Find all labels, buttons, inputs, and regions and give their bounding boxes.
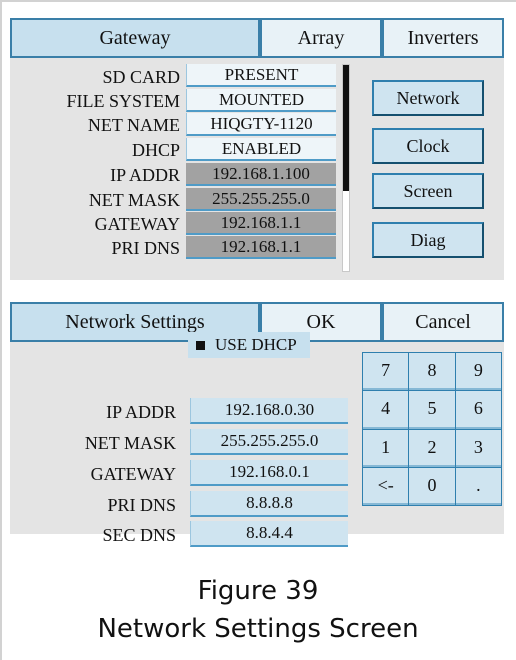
- dhcp-label: DHCP: [131, 140, 180, 160]
- clock-button[interactable]: Clock: [372, 128, 484, 164]
- network-settings-panel: Network Settings OK Cancel USE DHCP IP A…: [10, 302, 504, 547]
- sd-card-value: PRESENT: [186, 64, 336, 87]
- sec-dns-field-label: SEC DNS: [102, 525, 176, 545]
- gateway-panel: Gateway Array Inverters SD CARD FILE SYS…: [10, 18, 504, 280]
- key-9[interactable]: 9: [455, 353, 501, 391]
- status-scrollbar[interactable]: [342, 64, 350, 272]
- key-5[interactable]: 5: [409, 391, 455, 429]
- file-system-value: MOUNTED: [186, 89, 336, 112]
- checkbox-indicator: [196, 340, 205, 350]
- net-name-value: HIQGTY-1120: [186, 113, 336, 136]
- ip-addr-label: IP ADDR: [110, 165, 180, 185]
- figure-number: Figure 39: [197, 576, 319, 606]
- tab-inverters[interactable]: Inverters: [382, 18, 504, 58]
- net-mask-label: NET MASK: [88, 190, 180, 210]
- use-dhcp-label: USE DHCP: [215, 335, 297, 354]
- key-backspace[interactable]: <-: [363, 467, 409, 505]
- net-mask-value: 255.255.255.0: [186, 188, 336, 211]
- cancel-button[interactable]: Cancel: [382, 302, 504, 342]
- pri-dns-label: PRI DNS: [111, 238, 180, 258]
- diag-button[interactable]: Diag: [372, 222, 484, 258]
- gateway-label: GATEWAY: [94, 214, 180, 234]
- use-dhcp-checkbox[interactable]: USE DHCP: [188, 332, 310, 358]
- sec-dns-field[interactable]: 8.8.4.4: [190, 521, 348, 547]
- net-mask-field[interactable]: 255.255.255.0: [190, 429, 348, 455]
- key-3[interactable]: 3: [455, 429, 501, 467]
- tab-array[interactable]: Array: [260, 18, 382, 58]
- file-system-label: FILE SYSTEM: [66, 91, 180, 111]
- ip-addr-field-label: IP ADDR: [106, 402, 176, 422]
- pri-dns-field[interactable]: 8.8.8.8: [190, 491, 348, 517]
- network-button[interactable]: Network: [372, 80, 484, 116]
- ip-addr-field[interactable]: 192.168.0.30: [190, 398, 348, 424]
- key-7[interactable]: 7: [363, 353, 409, 391]
- sd-card-label: SD CARD: [102, 67, 180, 87]
- net-name-label: NET NAME: [87, 115, 180, 135]
- key-4[interactable]: 4: [363, 391, 409, 429]
- gateway-field-label: GATEWAY: [90, 464, 176, 484]
- pri-dns-field-label: PRI DNS: [107, 495, 176, 515]
- key-0[interactable]: 0: [409, 467, 455, 505]
- key-2[interactable]: 2: [409, 429, 455, 467]
- gateway-value: 192.168.1.1: [186, 212, 336, 235]
- gateway-tabs: Gateway Array Inverters: [10, 18, 504, 60]
- scroll-thumb[interactable]: [343, 65, 349, 191]
- key-8[interactable]: 8: [409, 353, 455, 391]
- tab-gateway[interactable]: Gateway: [10, 18, 260, 58]
- numeric-keypad: 7 8 9 4 5 6 1 2 3 <- 0 .: [362, 352, 502, 506]
- gateway-field[interactable]: 192.168.0.1: [190, 460, 348, 486]
- ip-addr-value: 192.168.1.100: [186, 163, 336, 186]
- net-mask-field-label: NET MASK: [84, 433, 176, 453]
- key-6[interactable]: 6: [455, 391, 501, 429]
- screen-button[interactable]: Screen: [372, 173, 484, 209]
- key-1[interactable]: 1: [363, 429, 409, 467]
- key-dot[interactable]: .: [455, 467, 501, 505]
- dhcp-value: ENABLED: [186, 138, 336, 161]
- frame-left-line: [0, 0, 2, 660]
- frame-top-line: [0, 0, 516, 2]
- pri-dns-value: 192.168.1.1: [186, 236, 336, 259]
- figure-title: Network Settings Screen: [97, 614, 419, 644]
